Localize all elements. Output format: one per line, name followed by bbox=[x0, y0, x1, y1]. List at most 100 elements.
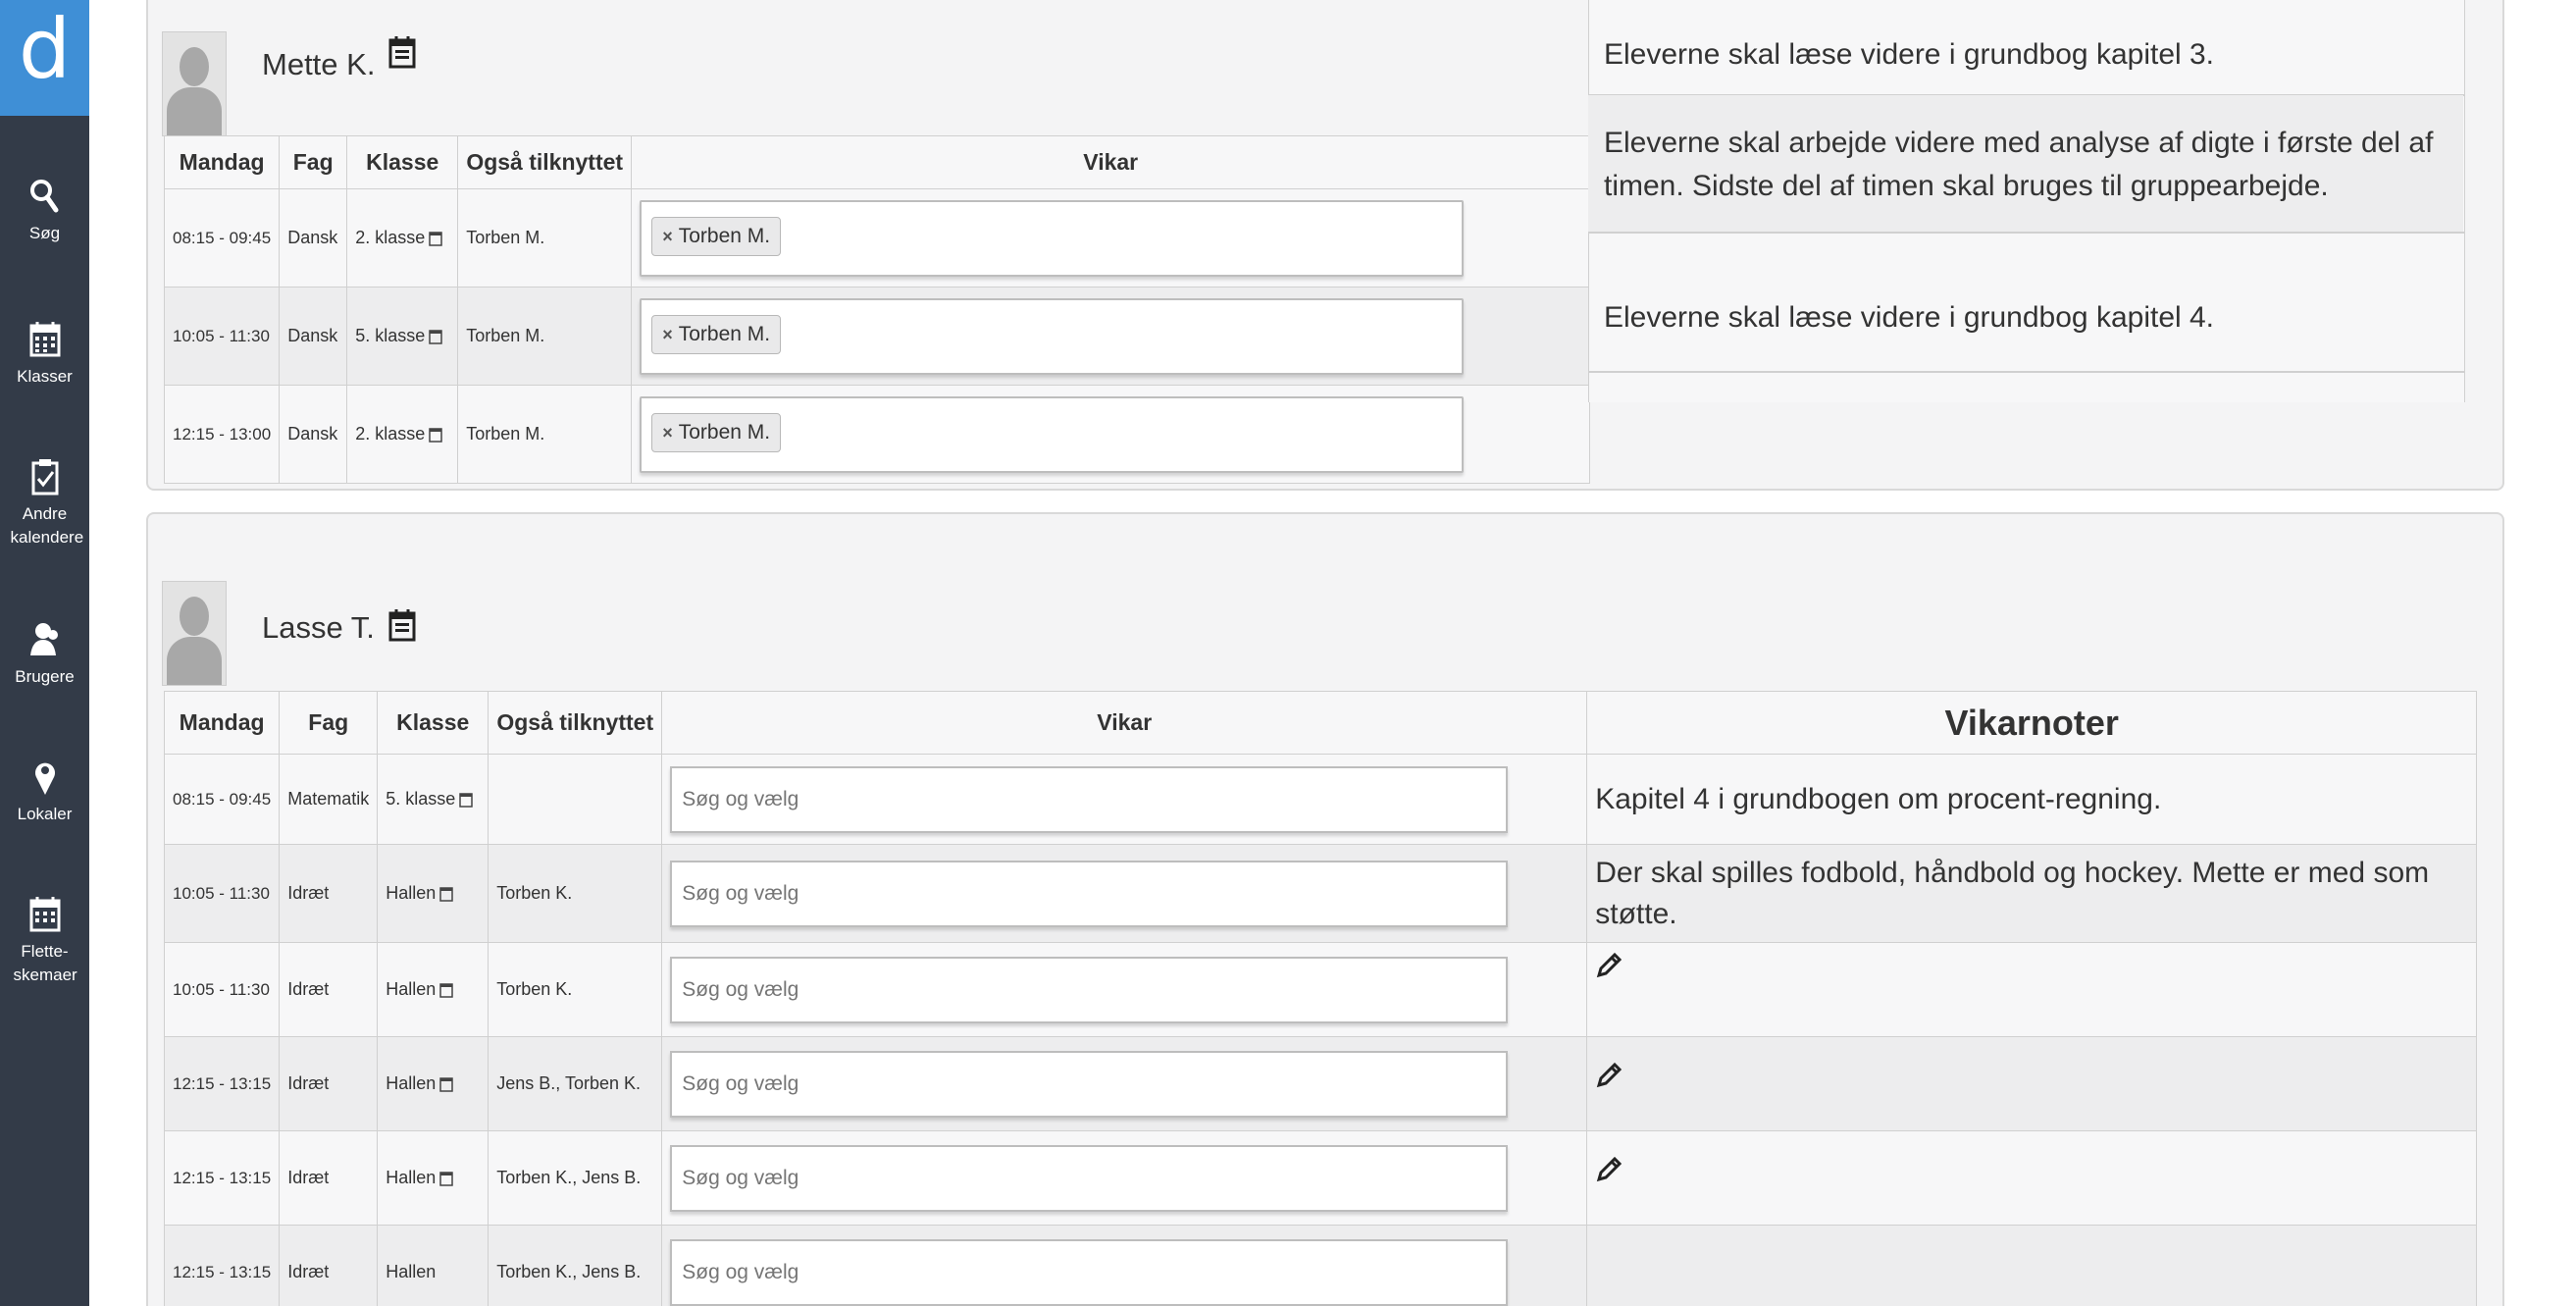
substitute-cell[interactable] bbox=[661, 1225, 1588, 1306]
substitute-cell[interactable] bbox=[661, 942, 1588, 1037]
class-label: Hallen bbox=[386, 1168, 437, 1187]
remove-icon[interactable]: × bbox=[662, 423, 673, 443]
substitute-cell[interactable]: × Torben M. bbox=[631, 385, 1591, 484]
calendar-icon[interactable] bbox=[388, 608, 416, 642]
table-row: 08:15 - 09:45 Dansk 2. klasse Torben M. … bbox=[163, 188, 1591, 287]
pencil-icon[interactable] bbox=[1595, 1154, 1624, 1183]
substitute-cell[interactable]: × Torben M. bbox=[631, 287, 1591, 386]
time-cell: 12:15 - 13:15 bbox=[163, 1225, 281, 1306]
col-substitute: Vikar bbox=[661, 691, 1588, 755]
nav-label: Andre kalendere bbox=[10, 504, 84, 547]
time-cell: 12:15 - 13:15 bbox=[163, 1036, 281, 1131]
col-substitute: Vikar bbox=[631, 135, 1591, 189]
pencil-icon[interactable] bbox=[1595, 1060, 1624, 1089]
substitute-cell[interactable] bbox=[661, 1130, 1588, 1226]
calendar-icon[interactable] bbox=[388, 35, 416, 69]
substitute-chip[interactable]: × Torben M. bbox=[651, 216, 782, 256]
class-cell[interactable]: 2. klasse bbox=[346, 385, 459, 484]
substitute-cell[interactable]: × Torben M. bbox=[631, 188, 1591, 287]
chip-label: Torben M. bbox=[678, 224, 771, 247]
subject-cell: Idræt bbox=[279, 1225, 379, 1306]
substitute-cell[interactable] bbox=[661, 844, 1588, 943]
col-notes: Vikarnoter bbox=[1586, 691, 2478, 755]
class-cell[interactable]: Hallen bbox=[377, 1130, 489, 1226]
calendar-icon[interactable] bbox=[439, 1171, 454, 1186]
col-day: Mandag bbox=[163, 135, 281, 189]
map-pin-icon bbox=[34, 762, 55, 795]
substitute-select[interactable]: × Torben M. bbox=[640, 297, 1465, 375]
class-label: 5. klasse bbox=[355, 326, 426, 345]
substitute-cell[interactable] bbox=[661, 754, 1588, 845]
class-cell[interactable]: 5. klasse bbox=[377, 754, 489, 845]
substitute-search-input[interactable] bbox=[670, 860, 1509, 927]
notes-cell: Der skal spilles fodbold, håndbold og ho… bbox=[1586, 844, 2478, 943]
table-row: 10:05 - 11:30 Dansk 5. klasse Torben M. … bbox=[163, 287, 1591, 386]
calendar-icon[interactable] bbox=[439, 982, 454, 998]
calendar-icon[interactable] bbox=[439, 1076, 454, 1092]
remove-icon[interactable]: × bbox=[662, 227, 673, 246]
calendar-icon[interactable] bbox=[429, 329, 442, 344]
subject-cell: Dansk bbox=[279, 188, 348, 287]
notes-cell[interactable] bbox=[1586, 1036, 2478, 1131]
col-also: Også tilknyttet bbox=[488, 691, 663, 755]
subject-cell: Idræt bbox=[279, 1036, 379, 1131]
notes-cell[interactable] bbox=[1586, 1130, 2478, 1226]
nav-other-calendars[interactable]: Andre kalendere bbox=[0, 457, 89, 549]
nav-classes[interactable]: Klasser bbox=[0, 320, 89, 389]
table-row: 10:05 - 11:30 Idræt Hallen Torben K. bbox=[163, 942, 2478, 1037]
nav-rooms[interactable]: Lokaler bbox=[0, 757, 89, 826]
substitute-cell[interactable] bbox=[661, 1036, 1588, 1131]
table-row: 12:15 - 13:15 Idræt Hallen Torben K., Je… bbox=[163, 1225, 2478, 1306]
teacher-name: Lasse T. bbox=[262, 610, 375, 645]
class-label: Hallen bbox=[386, 1073, 437, 1093]
col-also: Også tilknyttet bbox=[457, 135, 633, 189]
substitute-note: Eleverne skal arbejde videre med analyse… bbox=[1604, 127, 2434, 202]
class-cell[interactable]: Hallen bbox=[377, 1225, 489, 1306]
subject-cell: Matematik bbox=[279, 754, 379, 845]
also-cell: Torben M. bbox=[457, 385, 633, 484]
calendar-icon[interactable] bbox=[439, 886, 454, 902]
class-cell[interactable]: 5. klasse bbox=[346, 287, 459, 386]
nav-merge-schedules[interactable]: Flette-skemaer bbox=[0, 895, 89, 987]
also-cell: Torben K., Jens B. bbox=[488, 1225, 663, 1306]
time-cell: 12:15 - 13:00 bbox=[163, 385, 281, 484]
table-row: 10:05 - 11:30 Idræt Hallen Torben K. Der… bbox=[163, 844, 2478, 943]
col-subject: Fag bbox=[279, 135, 348, 189]
substitute-search-input[interactable] bbox=[670, 765, 1509, 833]
substitute-search-input[interactable] bbox=[670, 956, 1509, 1023]
substitute-chip[interactable]: × Torben M. bbox=[651, 412, 782, 452]
substitute-chip[interactable]: × Torben M. bbox=[651, 314, 782, 354]
nav-users[interactable]: Brugere bbox=[0, 620, 89, 689]
class-cell[interactable]: 2. klasse bbox=[346, 188, 459, 287]
remove-icon[interactable]: × bbox=[662, 325, 673, 344]
also-cell: Torben M. bbox=[457, 287, 633, 386]
avatar bbox=[162, 31, 227, 136]
class-cell[interactable]: Hallen bbox=[377, 942, 489, 1037]
substitute-note: Eleverne skal læse videre i grundbog kap… bbox=[1604, 38, 2215, 71]
sidebar: d Søg Klasser Andre kalendere Brugere Lo… bbox=[0, 0, 89, 1306]
calendar-icon[interactable] bbox=[429, 231, 442, 246]
app-logo[interactable]: d bbox=[0, 0, 89, 116]
substitute-search-input[interactable] bbox=[670, 1238, 1509, 1306]
calendar-icon[interactable] bbox=[429, 427, 442, 443]
calendar-icon[interactable] bbox=[459, 792, 474, 808]
notes-cell bbox=[1586, 1225, 2478, 1306]
time-cell: 12:15 - 13:15 bbox=[163, 1130, 281, 1226]
substitute-select[interactable]: × Torben M. bbox=[640, 199, 1465, 277]
pencil-icon[interactable] bbox=[1595, 950, 1624, 979]
subject-cell: Idræt bbox=[279, 942, 379, 1037]
substitute-note: Eleverne skal læse videre i grundbog kap… bbox=[1604, 301, 2215, 334]
substitute-select[interactable]: × Torben M. bbox=[640, 395, 1465, 473]
col-class: Klasse bbox=[377, 691, 489, 755]
col-class: Klasse bbox=[346, 135, 459, 189]
col-subject: Fag bbox=[279, 691, 379, 755]
class-cell[interactable]: Hallen bbox=[377, 844, 489, 943]
class-cell[interactable]: Hallen bbox=[377, 1036, 489, 1131]
schedule-table: Mandag Fag Klasse Også tilknyttet Vikar … bbox=[163, 691, 2478, 1306]
logo-letter: d bbox=[18, 1, 72, 97]
notes-cell[interactable] bbox=[1586, 942, 2478, 1037]
substitute-search-input[interactable] bbox=[670, 1050, 1509, 1118]
table-row: 12:15 - 13:15 Idræt Hallen Torben K., Je… bbox=[163, 1130, 2478, 1226]
substitute-search-input[interactable] bbox=[670, 1144, 1509, 1212]
nav-search[interactable]: Søg bbox=[0, 177, 89, 245]
